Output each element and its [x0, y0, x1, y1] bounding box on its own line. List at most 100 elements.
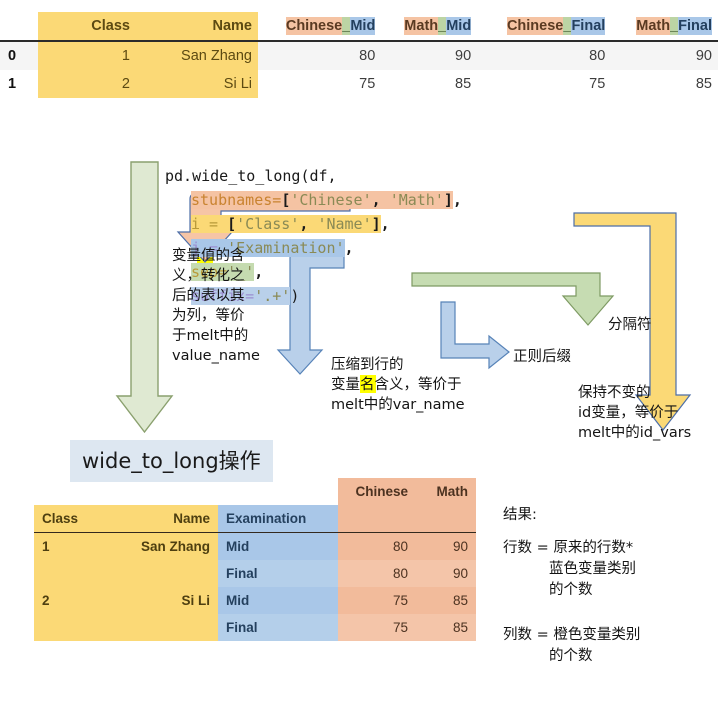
cell-chinese: 75: [338, 614, 416, 641]
table-row: Final 80 90: [34, 560, 476, 587]
annotation-text: 于melt中的: [172, 328, 249, 344]
suffix-final: Final: [678, 17, 712, 35]
annotation-line: 变量值的含: [172, 246, 287, 266]
stub-chinese: Chinese: [506, 17, 564, 35]
annotation-line: 变量名含义，等价于: [331, 375, 511, 395]
annotation-text: melt中的var_name: [331, 397, 465, 413]
sep-underscore: _: [438, 17, 447, 35]
result-group-header-row: Chinese Math: [34, 478, 476, 505]
source-table: Class Name Chinese_Mid Math_Mid Chinese_…: [0, 12, 718, 98]
header-chinese-mid: Chinese_Mid: [258, 12, 382, 42]
suffix-mid: Mid: [446, 17, 472, 35]
annotation-text: 义，转化之: [172, 268, 245, 284]
cell-class: 2: [38, 70, 136, 98]
spacer-examination: [218, 478, 338, 505]
paren-close: ): [290, 287, 300, 305]
suffix-final: Final: [571, 17, 606, 35]
cell-name: [116, 614, 218, 641]
comma: ,: [371, 191, 390, 209]
cell-chinese: 80: [338, 532, 416, 560]
cell-math: 85: [416, 587, 476, 614]
rows-formula-line3: 的个数: [549, 582, 593, 598]
annotation-text: 后的表以其: [172, 288, 245, 304]
cell-chinese: 80: [338, 560, 416, 587]
cell-chinese-mid: 75: [359, 76, 376, 92]
rows-formula-line1: 行数 = 原来的行数*: [503, 540, 634, 556]
cell-examination: Final: [218, 560, 338, 587]
code-line-1: pd.wide_to_long(df,: [165, 164, 565, 188]
code-seg-i: i = ['Class', 'Name']: [191, 215, 381, 233]
cell-class: [34, 560, 116, 587]
index-header: [0, 12, 38, 42]
result-table: Chinese Math Class Name Examination 1 Sa…: [34, 478, 476, 641]
tail-comma: ,: [344, 239, 354, 257]
annotation-line: melt中的id_vars: [578, 423, 718, 443]
table-row: Final 75 85: [34, 614, 476, 641]
cell-chinese-final: 75: [589, 76, 606, 92]
stub-chinese: Chinese: [285, 17, 343, 35]
annotation-line: 保持不变的: [578, 383, 718, 403]
result-header-math-spacer: [416, 505, 476, 533]
table-header-row: Class Name Chinese_Mid Math_Mid Chinese_…: [0, 12, 718, 42]
cell-math-mid: 90: [455, 48, 472, 64]
annotation-text: 分隔符: [608, 317, 652, 333]
result-header-name: Name: [116, 505, 218, 533]
cell-name: Si Li: [136, 70, 258, 98]
source-table-body: 0 1 San Zhang 80 90 80 90 1 2 Si Li 75 8…: [0, 41, 718, 98]
cell-name: San Zhang: [116, 532, 218, 560]
result-notes-title: 结果:: [503, 507, 537, 523]
table-row: 2 Si Li Mid 75 85: [34, 587, 476, 614]
bracket-close: ]: [371, 215, 381, 233]
row-index: 0: [8, 48, 17, 64]
cell-math: 85: [416, 614, 476, 641]
annotation-text: 变量值的含: [172, 248, 245, 264]
annotation-line: id变量，等价于: [578, 403, 718, 423]
spacer-class: [34, 478, 116, 505]
row-index: 1: [8, 76, 17, 92]
cell-class: 1: [34, 532, 116, 560]
spacer-name: [116, 478, 218, 505]
cell-math-final: 90: [695, 48, 712, 64]
cell-examination: Mid: [218, 532, 338, 560]
header-class: Class: [38, 12, 136, 42]
operation-label: wide_to_long操作: [70, 440, 273, 482]
val-name: 'Name': [317, 215, 372, 233]
annotation-text: 变量名含义，等价于: [331, 377, 462, 393]
cell-examination: Final: [218, 614, 338, 641]
cell-math-final: 85: [695, 76, 712, 92]
annotation-line: value_name: [172, 346, 287, 366]
bracket-close: ]: [443, 191, 453, 209]
annotation-text: 为列，等价: [172, 308, 245, 324]
source-dataframe-table: Class Name Chinese_Mid Math_Mid Chinese_…: [0, 12, 718, 98]
result-dataframe-table: Chinese Math Class Name Examination 1 Sa…: [34, 478, 476, 641]
kw-stubnames: stubnames=: [191, 191, 282, 209]
annotation-line: 义，转化之: [172, 266, 287, 286]
annotation-id-vars: 保持不变的 id变量，等价于 melt中的id_vars: [578, 383, 718, 443]
annotation-var-name: 压缩到行的 变量名含义，等价于 melt中的var_name: [331, 355, 511, 415]
header-math-mid: Math_Mid: [381, 12, 478, 42]
sep-underscore: _: [670, 17, 679, 35]
cell-name: Si Li: [116, 587, 218, 614]
comma: ,: [299, 215, 318, 233]
annotation-regex-suffix: 正则后缀: [513, 347, 571, 367]
table-row: 0 1 San Zhang 80 90 80 90: [0, 41, 718, 70]
annotation-text: 保持不变的: [578, 385, 651, 401]
annotation-separator: 分隔符: [608, 315, 652, 335]
stub-math: Math: [636, 17, 671, 35]
bracket-open: [: [281, 191, 291, 209]
result-header-chinese-spacer: [338, 505, 416, 533]
stub-math: Math: [404, 17, 439, 35]
result-header-class: Class: [34, 505, 116, 533]
group-header-chinese: Chinese: [338, 478, 416, 505]
annotation-line: 于melt中的: [172, 326, 287, 346]
rows-formula-line2: 蓝色变量类别: [549, 561, 636, 577]
annotation-text: 正则后缀: [513, 349, 571, 365]
header-name: Name: [136, 12, 258, 42]
cell-chinese: 75: [338, 587, 416, 614]
source-table-head: Class Name Chinese_Mid Math_Mid Chinese_…: [0, 12, 718, 42]
bracket-open: [: [227, 215, 237, 233]
result-header-examination: Examination: [218, 505, 338, 533]
suffix-mid: Mid: [350, 17, 376, 35]
